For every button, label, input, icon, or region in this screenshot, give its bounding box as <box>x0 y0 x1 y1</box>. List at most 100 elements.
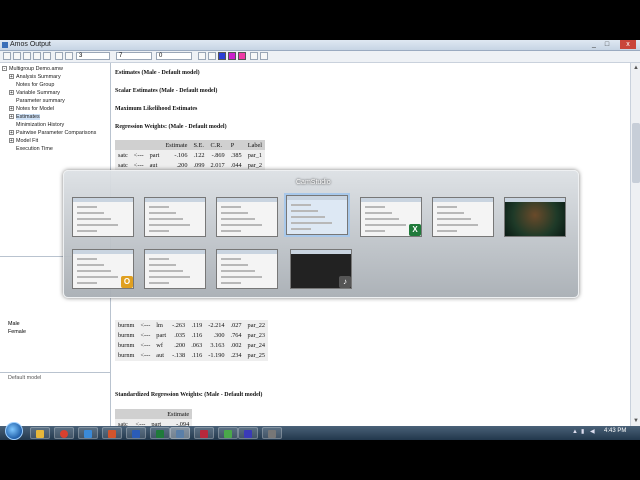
table-cell: .027 <box>227 320 245 331</box>
vertical-scrollbar[interactable]: ▲ ▼ <box>630 63 640 426</box>
tray-expand-icon[interactable]: ▲ <box>572 429 578 435</box>
taskbar-recorder-button[interactable] <box>262 427 282 439</box>
table-cell: <--- <box>137 350 154 361</box>
tree-item[interactable]: + Notes for Model <box>9 106 54 112</box>
maximize-button[interactable]: □ <box>601 40 613 49</box>
window-thumbnail-media-player[interactable]: ♪ <box>290 249 352 289</box>
preview-icon[interactable] <box>3 52 11 60</box>
help-icon[interactable] <box>250 52 258 60</box>
taskbar-chrome-button[interactable] <box>54 427 74 439</box>
pink-swatch[interactable] <box>238 52 246 60</box>
thumbnail-titlebar <box>505 198 565 202</box>
header-cell: Estimate <box>162 140 191 151</box>
taskbar-powerpoint-button[interactable] <box>102 427 122 439</box>
page-setup-icon[interactable] <box>23 52 31 60</box>
expand-icon[interactable]: + <box>9 90 14 96</box>
table-cell: <--- <box>130 150 147 161</box>
thumbnail-content-line <box>149 276 190 278</box>
header-cell: Label <box>244 140 266 151</box>
copy-to-clipboard-icon[interactable] <box>260 52 268 60</box>
tree-item[interactable]: - Multigroup Demo.amw <box>2 66 63 72</box>
alt-tab-switcher: CamStudio X O ♪ <box>63 170 579 298</box>
expand-icon[interactable]: + <box>9 114 14 120</box>
thumbnail-titlebar <box>217 250 277 254</box>
group-female[interactable]: Female <box>8 329 26 335</box>
tree-item[interactable]: Execution Time <box>16 146 53 152</box>
thumbnail-titlebar <box>291 250 351 254</box>
table-cell: par_24 <box>244 340 269 351</box>
grid-lines-icon[interactable] <box>198 52 206 60</box>
window-thumbnail-explorer[interactable] <box>432 197 494 237</box>
header-cell: P <box>227 140 245 151</box>
scroll-down-arrow-icon[interactable]: ▼ <box>632 417 640 425</box>
copy-icon[interactable] <box>43 52 51 60</box>
table-cell: par_22 <box>244 320 269 331</box>
tree-item[interactable]: + Estimates <box>9 114 40 120</box>
thumbnail-content-line <box>365 230 385 232</box>
column-width-field[interactable]: 7 <box>116 52 152 60</box>
window-thumbnail-desktop[interactable] <box>72 197 134 237</box>
table-cell: part <box>146 150 163 161</box>
window-thumbnail-amos-graphics-2[interactable] <box>216 197 278 237</box>
blue-swatch[interactable] <box>218 52 226 60</box>
expand-icon[interactable]: + <box>9 138 14 144</box>
tree-item[interactable]: Notes for Group <box>16 82 54 88</box>
group-male[interactable]: Male <box>8 321 20 327</box>
tree-item[interactable]: Parameter summary <box>16 98 65 104</box>
expand-icon[interactable]: + <box>9 130 14 136</box>
table-row: satc <--- part -.094 <box>115 419 193 426</box>
magenta-swatch[interactable] <box>228 52 236 60</box>
taskbar-messenger-button[interactable] <box>218 427 238 439</box>
window-thumbnail-outlook[interactable]: O <box>72 249 134 289</box>
tree-item-label: Variable Summary <box>16 90 60 96</box>
collapse-icon[interactable]: - <box>2 66 7 72</box>
tree-item[interactable]: + Model Fit <box>9 138 38 144</box>
taskbar-media-button[interactable] <box>78 427 98 439</box>
taskbar-word-button[interactable] <box>126 427 146 439</box>
decimals-field[interactable]: 3 <box>76 52 110 60</box>
thumbnail-content-line <box>221 264 248 266</box>
scroll-up-arrow-icon[interactable]: ▲ <box>632 64 640 72</box>
start-button[interactable] <box>5 422 23 440</box>
table-cell: .116 <box>188 330 206 341</box>
taskbar-clock[interactable]: 4:43 PM <box>604 428 626 434</box>
open-icon[interactable] <box>33 52 41 60</box>
table-border-icon[interactable] <box>208 52 216 60</box>
window-thumbnail-photo[interactable] <box>504 197 566 237</box>
thumbnail-content-line <box>149 258 169 260</box>
scroll-thumb[interactable] <box>632 123 640 183</box>
close-button[interactable]: x <box>620 40 636 49</box>
table-cell: aut <box>153 350 170 361</box>
tree-item[interactable]: Minimization History <box>16 122 64 128</box>
window-thumbnail-amos-graphics-1[interactable] <box>144 197 206 237</box>
window-thumbnail-chrome[interactable] <box>144 249 206 289</box>
window-thumbnail-excel[interactable]: X <box>360 197 422 237</box>
table-row: burnm <--- lm -.263.119 -2.214.027 par_22 <box>115 320 269 331</box>
thumbnail-content-line <box>77 264 104 266</box>
thumbnail-content-line <box>221 282 241 284</box>
taskbar-amos-button[interactable] <box>170 427 190 439</box>
tree-item[interactable]: + Analysis Summary <box>9 74 61 80</box>
tree-item[interactable]: + Variable Summary <box>9 90 60 96</box>
network-icon[interactable]: ▮ <box>581 429 587 435</box>
minimize-button[interactable]: _ <box>588 40 600 49</box>
view-icon[interactable] <box>65 52 73 60</box>
expand-icon[interactable]: + <box>9 74 14 80</box>
volume-icon[interactable]: ◀ <box>590 429 596 435</box>
tree-item[interactable]: + Pairwise Parameter Comparisons <box>9 130 96 136</box>
model-default[interactable]: Default model <box>8 375 41 381</box>
window-thumbnail-explorer-2[interactable] <box>216 249 278 289</box>
table-cell: .063 <box>188 340 206 351</box>
options-icon[interactable] <box>55 52 63 60</box>
thumbnail-content-line <box>221 224 262 226</box>
thumbnail-content-line <box>149 282 169 284</box>
taskbar-excel-button[interactable] <box>150 427 170 439</box>
taskbar-app-button[interactable] <box>194 427 214 439</box>
print-icon[interactable] <box>13 52 21 60</box>
expand-icon[interactable]: + <box>9 106 14 112</box>
spacing-field[interactable]: 0 <box>156 52 192 60</box>
taskbar-explorer-button[interactable] <box>30 427 50 439</box>
window-thumbnail-camstudio[interactable] <box>284 193 350 237</box>
taskbar-camstudio-button[interactable] <box>238 427 258 439</box>
thumbnail-content-line <box>437 206 457 208</box>
